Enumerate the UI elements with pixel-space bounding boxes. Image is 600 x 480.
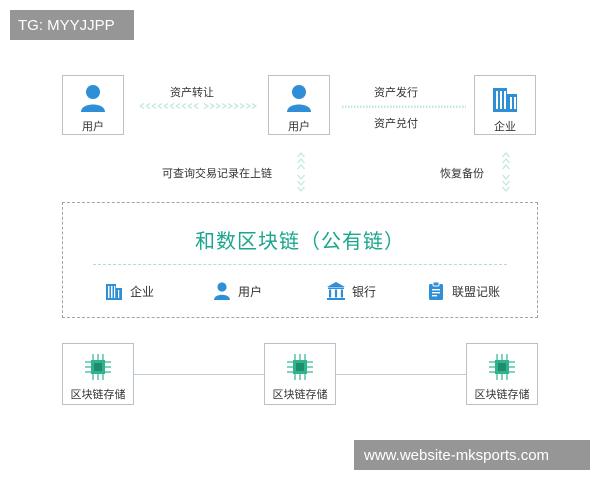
member-bank: 银行 bbox=[325, 280, 376, 302]
chip-icon bbox=[487, 352, 517, 382]
flow-query-label: 可查询交易记录在上链 bbox=[162, 167, 272, 180]
member-enterprise-label: 企业 bbox=[130, 284, 155, 299]
watermark-top-left: TG: MYYJJPP bbox=[10, 10, 134, 40]
storage-node-2: 区块链存储 bbox=[264, 343, 336, 405]
chip-icon bbox=[83, 352, 113, 382]
issue-redeem-connector bbox=[342, 104, 466, 108]
member-ledger-label: 联盟记账 bbox=[452, 284, 501, 299]
flow-issue-label: 资产发行 bbox=[374, 86, 418, 99]
watermark-bottom-right: www.website-mksports.com bbox=[354, 440, 590, 470]
person-icon bbox=[211, 280, 233, 302]
member-enterprise: 企业 bbox=[103, 280, 154, 302]
watermark-top-left-text: TG: MYYJJPP bbox=[18, 16, 115, 34]
storage-node-2-label: 区块链存储 bbox=[272, 388, 328, 401]
flow-transfer-label: 资产转让 bbox=[170, 86, 214, 99]
member-user: 用户 bbox=[211, 280, 262, 302]
chip-icon bbox=[285, 352, 315, 382]
building-icon bbox=[490, 82, 520, 114]
node-enterprise: 企业 bbox=[474, 75, 536, 135]
storage-link-2 bbox=[336, 374, 466, 375]
clipboard-icon bbox=[425, 280, 447, 302]
storage-node-1-label: 区块链存储 bbox=[70, 388, 126, 401]
node-user-1: 用户 bbox=[62, 75, 124, 135]
storage-node-3: 区块链存储 bbox=[466, 343, 538, 405]
node-user-2-label: 用户 bbox=[288, 120, 310, 133]
member-user-label: 用户 bbox=[238, 284, 263, 299]
flow-recover-label: 恢复备份 bbox=[440, 167, 484, 180]
blockchain-panel: 和数区块链（公有链） 企业 用户 银行 联盟记账 bbox=[62, 202, 538, 318]
member-bank-label: 银行 bbox=[352, 284, 377, 299]
building-icon bbox=[103, 280, 125, 302]
storage-link-1 bbox=[134, 374, 264, 375]
person-icon bbox=[78, 82, 108, 114]
watermark-bottom-right-text: www.website-mksports.com bbox=[364, 446, 550, 464]
flow-redeem-label: 资产兑付 bbox=[374, 117, 418, 130]
node-user-1-label: 用户 bbox=[82, 120, 104, 133]
storage-node-1: 区块链存储 bbox=[62, 343, 134, 405]
bank-icon bbox=[325, 280, 347, 302]
member-ledger: 联盟记账 bbox=[425, 280, 500, 302]
blockchain-divider bbox=[93, 264, 507, 265]
storage-node-3-label: 区块链存储 bbox=[474, 388, 530, 401]
transfer-arrow bbox=[138, 103, 258, 109]
query-vertical-arrow bbox=[297, 152, 305, 192]
person-icon bbox=[284, 82, 314, 114]
node-user-2: 用户 bbox=[268, 75, 330, 135]
node-enterprise-label: 企业 bbox=[494, 120, 516, 133]
blockchain-title: 和数区块链（公有链） bbox=[195, 229, 405, 253]
recover-vertical-arrow bbox=[502, 152, 510, 192]
